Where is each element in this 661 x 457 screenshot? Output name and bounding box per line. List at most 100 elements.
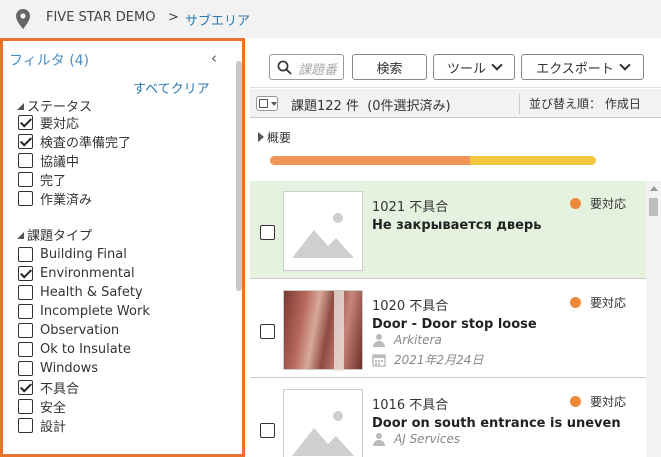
status-badge: 要対応 [570, 393, 626, 410]
overview-progress-bar [270, 156, 596, 165]
checkbox[interactable] [18, 152, 33, 168]
issue-company: Arkitera [372, 333, 442, 347]
filter-option-label: 要対応 [40, 116, 80, 132]
location-pin-icon [16, 9, 30, 33]
filter-option-label: Health & Safety [40, 284, 143, 300]
issue-checkbox[interactable] [260, 324, 275, 339]
chevron-down-icon [491, 59, 503, 71]
issue-list: 1021 不具合 Не закрывается дверь 要対応 1020 不… [250, 181, 646, 457]
checkbox[interactable] [18, 398, 33, 414]
filter-option-type-9[interactable]: 設計 [18, 417, 66, 435]
collapse-triangle-icon [17, 103, 24, 110]
issue-card[interactable]: 1016 不具合 Door on south entrance is uneve… [250, 379, 646, 457]
issue-title[interactable]: Door - Door stop loose [372, 317, 537, 332]
collapse-panel-icon[interactable]: ‹ [211, 49, 217, 67]
select-all-checkbox[interactable] [259, 99, 268, 108]
collapse-triangle-icon [17, 232, 24, 239]
checkbox[interactable] [18, 322, 33, 338]
issue-card[interactable]: 1020 不具合 Door - Door stop loose 要対応 Arki… [250, 280, 646, 378]
filter-option-type-6[interactable]: Windows [18, 360, 98, 376]
checkbox[interactable] [18, 265, 33, 281]
filter-group-issue-type[interactable]: 課題タイプ [17, 225, 92, 244]
filter-option-type-2[interactable]: Health & Safety [18, 284, 143, 300]
filter-option-type-1[interactable]: Environmental [18, 265, 135, 281]
status-label: 要対応 [590, 296, 627, 310]
status-badge: 要対応 [570, 294, 626, 311]
issue-count-text: 課題122 件 [291, 99, 359, 114]
checkbox[interactable] [18, 379, 33, 395]
filter-option-label: Ok to Insulate [40, 341, 131, 357]
checkbox[interactable] [18, 190, 33, 206]
select-all-dropdown[interactable] [256, 96, 278, 111]
checkbox[interactable] [18, 341, 33, 357]
tools-button[interactable]: ツール [433, 54, 515, 80]
export-button[interactable]: エクスポート [521, 54, 644, 80]
export-button-label: エクスポート [536, 61, 614, 77]
clear-all-link[interactable]: すべてクリア [133, 78, 210, 97]
search-input[interactable]: 課題番 [269, 54, 344, 80]
scroll-up-arrow-icon[interactable] [650, 186, 658, 191]
checkbox[interactable] [18, 114, 33, 130]
scrollbar-thumb[interactable] [649, 198, 658, 216]
filter-option-status-0[interactable]: 要対応 [18, 114, 80, 132]
person-icon [373, 334, 385, 347]
filter-scrollbar[interactable] [236, 61, 242, 291]
issue-photo [283, 290, 363, 371]
list-header: 課題122 件 (0件選択済み) 並び替え順： 作成日 [250, 89, 661, 118]
issue-checkbox[interactable] [260, 225, 275, 240]
checkbox[interactable] [18, 133, 33, 149]
filter-option-label: Windows [40, 360, 99, 376]
status-dot-icon [570, 198, 581, 209]
filter-option-status-4[interactable]: 作業済み [18, 190, 93, 208]
filter-option-type-7[interactable]: 不具合 [18, 379, 79, 397]
issue-company: AJ Services [372, 432, 460, 446]
filter-option-status-2[interactable]: 協議中 [18, 152, 80, 170]
checkbox[interactable] [18, 246, 33, 262]
filter-title: フィルタ (4) [9, 50, 89, 70]
list-scrollbar[interactable] [646, 181, 661, 457]
issue-id: 1016 不具合 [372, 398, 449, 413]
issue-title[interactable]: Не закрывается дверь [372, 218, 541, 233]
filter-option-status-3[interactable]: 完了 [18, 171, 66, 189]
issue-id: 1020 不具合 [372, 299, 449, 314]
checkbox[interactable] [18, 417, 33, 433]
caret-down-icon [271, 102, 277, 106]
overview-toggle[interactable]: 概要 [258, 129, 291, 146]
status-badge: 要対応 [570, 195, 626, 212]
overview-label: 概要 [267, 131, 292, 145]
filter-option-type-3[interactable]: Incomplete Work [18, 303, 150, 319]
filter-option-type-8[interactable]: 安全 [18, 398, 67, 416]
status-dot-icon [570, 297, 581, 308]
issue-date-text: 2021年2月24日 [394, 353, 484, 367]
issue-card[interactable]: 1021 不具合 Не закрывается дверь 要対応 [250, 181, 646, 279]
checkbox[interactable] [18, 284, 33, 300]
search-button-label: 検索 [376, 61, 403, 77]
filter-option-label: 作業済み [40, 192, 93, 208]
filter-option-status-1[interactable]: 検査の準備完了 [18, 133, 132, 151]
search-button[interactable]: 検索 [352, 54, 427, 80]
checkbox[interactable] [18, 171, 33, 187]
filter-option-type-4[interactable]: Observation [18, 322, 119, 338]
filter-option-label: 協議中 [40, 154, 80, 170]
search-icon [277, 60, 292, 75]
filter-option-label: Building Final [40, 246, 127, 262]
sort-control[interactable]: 並び替え順： 作成日 [529, 95, 641, 112]
filter-option-label: 検査の準備完了 [40, 135, 132, 151]
issue-checkbox[interactable] [260, 423, 275, 438]
divider [519, 93, 520, 114]
filter-option-type-0[interactable]: Building Final [18, 246, 127, 262]
breadcrumb-root[interactable]: FIVE STAR DEMO [46, 10, 155, 25]
status-label: 要対応 [590, 197, 627, 211]
chevron-down-icon [619, 59, 631, 71]
checkbox[interactable] [18, 303, 33, 319]
filter-title-label: フィルタ [9, 53, 65, 69]
expand-triangle-icon [258, 132, 264, 142]
checkbox[interactable] [18, 360, 33, 376]
status-dot-icon [570, 396, 581, 407]
breadcrumb-current[interactable]: サブエリア [185, 10, 250, 29]
filter-option-label: Observation [40, 322, 120, 338]
image-placeholder-icon [283, 389, 363, 457]
filter-option-label: 安全 [40, 400, 67, 416]
issue-title[interactable]: Door on south entrance is uneven [372, 416, 621, 431]
filter-option-type-5[interactable]: Ok to Insulate [18, 341, 131, 357]
